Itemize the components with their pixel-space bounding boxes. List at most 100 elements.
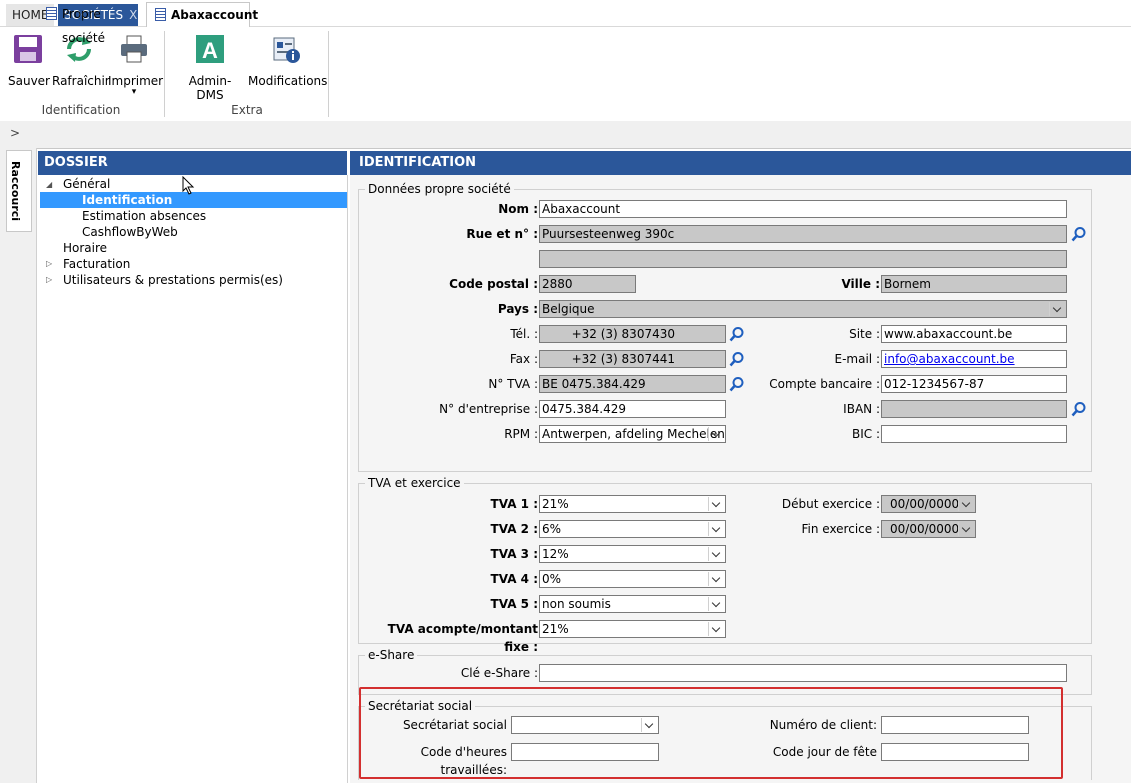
company-data-legend: Données propre société <box>365 182 514 196</box>
chevron-down-icon[interactable] <box>708 497 724 511</box>
ville-field[interactable]: Bornem <box>881 275 1067 293</box>
chevron-down-icon[interactable] <box>958 497 974 511</box>
document-tab-bar <box>0 121 1131 149</box>
tva2-select[interactable]: 6% <box>539 520 726 538</box>
tree-item-horaire[interactable]: Horaire <box>63 240 107 256</box>
tva3-select[interactable]: 12% <box>539 545 726 563</box>
nom-field[interactable]: Abaxaccount <box>539 200 1067 218</box>
tva4-value: 0% <box>542 572 562 586</box>
admin-dms-button[interactable]: A Admin-DMS <box>176 33 244 102</box>
debut-exercice-field[interactable]: 00/00/0000 <box>881 495 976 513</box>
modifications-button[interactable]: Modifications <box>248 33 327 88</box>
fax-label: Fax : <box>509 352 538 366</box>
tab-abaxaccount[interactable]: Abaxaccount <box>146 2 258 27</box>
tab-propre-societe[interactable]: Propre société <box>38 2 144 45</box>
chevron-down-icon[interactable] <box>958 522 974 536</box>
expand-arrow-icon[interactable]: ▷ <box>46 275 52 284</box>
tva4-label: TVA 4 : <box>490 572 538 586</box>
print-button[interactable]: Imprimer ▾ <box>108 33 164 97</box>
email-field[interactable]: info@abaxaccount.be <box>881 350 1067 368</box>
search-icon[interactable] <box>1071 226 1087 242</box>
save-label: Sauver <box>8 74 50 88</box>
search-icon[interactable] <box>729 376 745 392</box>
tree-item-estimation-absences[interactable]: Estimation absences <box>82 208 206 224</box>
rpm-select[interactable]: Antwerpen, afdeling Mechelen <box>539 425 726 443</box>
site-label: Site : <box>849 327 880 341</box>
debut-exercice-label: Début exercice : <box>781 497 880 511</box>
tva2-value: 6% <box>542 522 562 536</box>
svg-text:A: A <box>202 38 218 63</box>
raccourci-label: Raccourci <box>9 161 22 222</box>
compte-bancaire-label: Compte bancaire : <box>769 377 880 391</box>
tva3-value: 12% <box>542 547 569 561</box>
nom-label: Nom : <box>498 202 538 216</box>
iban-field[interactable] <box>881 400 1067 418</box>
code-postal-field[interactable]: 2880 <box>539 275 636 293</box>
site-field[interactable]: www.abaxaccount.be <box>881 325 1067 343</box>
pays-select[interactable]: Belgique <box>539 300 1067 318</box>
chevron-down-icon[interactable] <box>1049 302 1065 316</box>
rpm-label: RPM : <box>504 427 538 441</box>
search-icon[interactable] <box>729 351 745 367</box>
fax-field[interactable]: +32 (3) 8307441 <box>539 350 726 368</box>
tva-acompte-value: 21% <box>542 622 569 636</box>
tree-item-identification[interactable]: Identification <box>82 192 172 208</box>
tva4-select[interactable]: 0% <box>539 570 726 588</box>
expand-chevron-icon[interactable]: > <box>10 126 20 140</box>
mouse-cursor-icon <box>182 176 195 195</box>
admin-dms-icon: A <box>196 35 224 63</box>
tva1-select[interactable]: 21% <box>539 495 726 513</box>
chevron-down-icon[interactable] <box>708 622 724 636</box>
tva3-label: TVA 3 : <box>490 547 538 561</box>
bic-field[interactable] <box>881 425 1067 443</box>
chevron-down-icon[interactable] <box>708 522 724 536</box>
rue-label: Rue et n° : <box>466 227 538 241</box>
tree-item-utilisateurs[interactable]: Utilisateurs & prestations permis(es) <box>63 272 283 288</box>
rpm-value: Antwerpen, afdeling Mechelen <box>542 427 725 441</box>
collapse-arrow-icon[interactable]: ◢ <box>46 180 52 189</box>
email-label: E-mail : <box>834 352 880 366</box>
raccourci-tab[interactable]: Raccourci <box>6 150 32 232</box>
print-label: Imprimer <box>108 74 164 88</box>
tva-legend: TVA et exercice <box>365 476 464 490</box>
tva5-select[interactable]: non soumis <box>539 595 726 613</box>
tva5-value: non soumis <box>542 597 611 611</box>
rue2-field[interactable] <box>539 250 1067 268</box>
ville-label: Ville : <box>841 277 880 291</box>
tva-number-field[interactable]: BE 0475.384.429 <box>539 375 726 393</box>
refresh-label: Rafraîchir <box>52 74 110 88</box>
admin-dms-label: Admin-DMS <box>188 74 232 102</box>
entreprise-field[interactable]: 0475.384.429 <box>539 400 726 418</box>
email-link[interactable]: info@abaxaccount.be <box>884 352 1015 366</box>
tab-propre-label: Propre société <box>62 7 105 45</box>
save-button[interactable]: Sauver <box>8 33 50 88</box>
tva2-label: TVA 2 : <box>490 522 538 536</box>
dossier-header: DOSSIER <box>38 151 347 175</box>
chevron-down-icon[interactable] <box>708 597 724 611</box>
tree-item-general[interactable]: Général <box>63 176 110 192</box>
chevron-down-icon[interactable] <box>708 547 724 561</box>
tel-label: Tél. : <box>510 327 538 341</box>
cle-eshare-label: Clé e-Share : <box>460 666 538 680</box>
tree-item-facturation[interactable]: Facturation <box>63 256 130 272</box>
cle-eshare-field[interactable] <box>539 664 1067 682</box>
chevron-down-icon[interactable] <box>708 572 724 586</box>
building-icon <box>46 7 57 20</box>
identification-header: IDENTIFICATION <box>350 151 1131 175</box>
tree-item-cashflowbyweb[interactable]: CashflowByWeb <box>82 224 178 240</box>
fin-exercice-field[interactable]: 00/00/0000 <box>881 520 976 538</box>
tel-field[interactable]: +32 (3) 8307430 <box>539 325 726 343</box>
expand-arrow-icon[interactable]: ▷ <box>46 259 52 268</box>
ribbon-separator <box>164 31 165 117</box>
tva-acompte-select[interactable]: 21% <box>539 620 726 638</box>
shortcut-strip <box>0 148 37 783</box>
rue-field[interactable]: Puursesteenweg 390c <box>539 225 1067 243</box>
search-icon[interactable] <box>1071 401 1087 417</box>
group-identification-label: Identification <box>41 103 121 117</box>
fin-exercice-value: 00/00/0000 <box>890 522 960 536</box>
printer-icon <box>121 35 147 63</box>
search-icon[interactable] <box>729 326 745 342</box>
compte-bancaire-field[interactable]: 012-1234567-87 <box>881 375 1067 393</box>
chevron-down-icon[interactable] <box>708 427 724 441</box>
print-dropdown-arrow-icon[interactable]: ▾ <box>108 88 160 97</box>
